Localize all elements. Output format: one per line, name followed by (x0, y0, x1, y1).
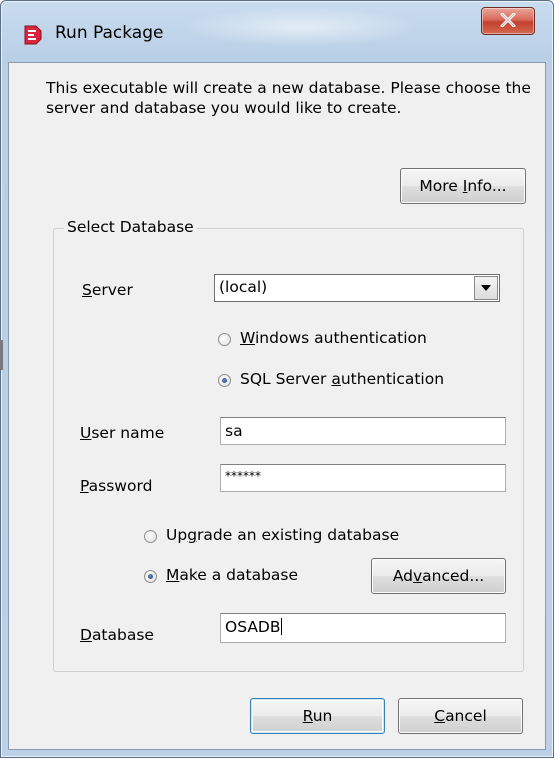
password-field[interactable]: ****** (220, 464, 506, 492)
blurred-background-title (181, 7, 421, 47)
app-icon (23, 25, 43, 45)
server-dropdown-button[interactable] (474, 276, 498, 300)
window-title: Run Package (55, 23, 164, 43)
database-field[interactable]: OSADB (220, 613, 506, 643)
windows-auth-radio[interactable] (218, 333, 231, 346)
upgrade-database-radio[interactable] (144, 530, 157, 543)
dropdown-arrow-icon (481, 285, 491, 291)
more-info-button[interactable]: More Info... (400, 168, 526, 204)
close-icon (500, 13, 516, 27)
intro-text: This executable will create a new databa… (46, 79, 531, 117)
make-database-radio[interactable] (144, 570, 157, 583)
database-label: Database (80, 626, 154, 644)
username-label: User name (80, 424, 165, 442)
server-value: (local) (219, 278, 268, 296)
password-label: Password (80, 477, 153, 495)
database-value: OSADB (225, 618, 281, 636)
server-label: Server (82, 281, 133, 299)
title-bar[interactable]: Run Package (1, 1, 553, 63)
text-cursor (280, 618, 282, 635)
cancel-button[interactable]: Cancel (398, 698, 523, 734)
close-button[interactable] (481, 7, 535, 35)
advanced-button[interactable]: Advanced... (371, 558, 506, 594)
window-edge-artifact (0, 340, 3, 370)
sql-auth-radio[interactable] (218, 374, 231, 387)
username-field[interactable]: sa (220, 417, 506, 445)
group-title: Select Database (64, 218, 197, 236)
server-select[interactable]: (local) (214, 274, 500, 302)
run-button[interactable]: Run (250, 698, 385, 734)
